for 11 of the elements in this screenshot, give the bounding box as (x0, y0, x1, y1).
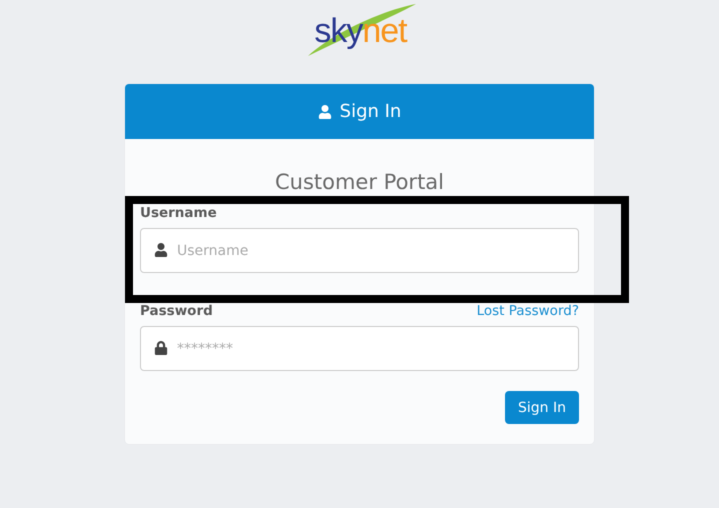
field-label: Password (140, 303, 213, 319)
lock-icon (154, 341, 168, 355)
user-icon (318, 104, 332, 118)
lost-password-link[interactable]: Lost Password? (476, 303, 579, 319)
sign-in-button[interactable]: Sign In (505, 391, 579, 424)
password-field[interactable]: ******** (140, 326, 579, 371)
field-label: Username (140, 205, 217, 221)
portal-title: Customer Portal (274, 169, 444, 195)
username-field[interactable]: Username (140, 228, 579, 273)
user-icon (154, 243, 168, 257)
header-title: Sign In (340, 101, 402, 122)
